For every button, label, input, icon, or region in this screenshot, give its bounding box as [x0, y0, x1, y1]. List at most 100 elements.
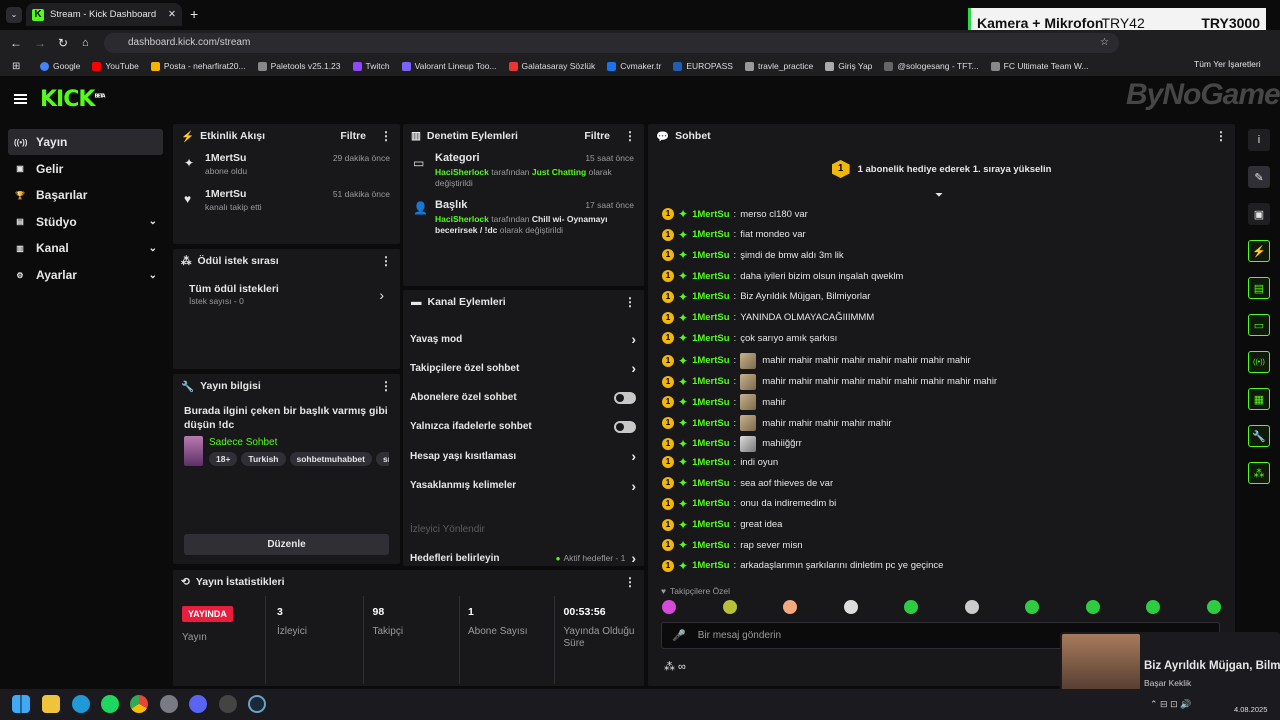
bookmark-item[interactable]: Twitch [352, 61, 390, 71]
channel-action-item[interactable]: Hesap yaşı kısıtlaması › [410, 447, 636, 465]
chat-username[interactable]: 1MertSu [692, 519, 729, 530]
back-icon[interactable]: ← [10, 36, 22, 50]
category-link[interactable]: Sadece Sohbet [209, 437, 389, 448]
sidebar-item-0[interactable]: ((•)) Yayın [8, 129, 163, 155]
bolt-icon[interactable]: ⚡ [1248, 240, 1270, 262]
chat-username[interactable]: 1MertSu [692, 291, 729, 302]
chat-username[interactable]: 1MertSu [692, 355, 729, 366]
emote-shortcut-icon[interactable] [1206, 600, 1221, 614]
chat-message[interactable]: 1 ✦ 1MertSu: Biz Ayrıldık Müjgan, Bilmiyorl… [662, 290, 870, 303]
chat-username[interactable]: 1MertSu [692, 457, 729, 468]
chat-username[interactable]: 1MertSu [692, 271, 729, 282]
stream-info-more-icon[interactable]: ⋮ [380, 379, 392, 393]
chat-message[interactable]: 1 ✦ 1MertSu: arkadaşlarımın şarkılarını din… [662, 559, 943, 572]
chat-message[interactable]: 1 ✦ 1MertSu: çok sarıyo amık şarkısı [662, 332, 837, 345]
chat-bubble-icon[interactable]: ▭ [1248, 314, 1270, 336]
wrench-icon[interactable]: 🔧 [1248, 425, 1270, 447]
mod-user-link[interactable]: HaciSherlock [435, 167, 489, 177]
chat-message[interactable]: 1 ✦ 1MertSu: daha iyileri bizim olsun inşal… [662, 270, 903, 283]
chat-username[interactable]: 1MertSu [692, 478, 729, 489]
activity-item[interactable]: ✦ 1MertSu 29 dakika önce abone oldu [173, 148, 400, 184]
forward-icon[interactable]: → [34, 36, 46, 50]
channel-action-item[interactable]: Yavaş mod › [410, 330, 636, 348]
bookmark-star-icon[interactable]: ☆ [1100, 33, 1109, 53]
apps-grid-icon[interactable]: ⊞ [12, 61, 20, 72]
people-icon[interactable]: ⁂ [1248, 462, 1270, 484]
chat-message[interactable]: 1 ✦ 1MertSu: mahir mahir mahir mahir mahir … [662, 373, 997, 390]
edge-icon[interactable] [72, 695, 90, 713]
activity-filter-button[interactable]: Filtre [340, 130, 366, 142]
rewards-more-icon[interactable]: ⋮ [380, 254, 392, 268]
chat-message[interactable]: 1 ✦ 1MertSu: onuı da indiremedim bi [662, 497, 836, 510]
bookmark-item[interactable]: @sologesang - TFT... [884, 61, 979, 71]
channel-action-item[interactable]: Yasaklanmış kelimeler › [410, 477, 636, 495]
mic-icon[interactable]: 🎤 [672, 629, 686, 642]
emote-shortcut-icon[interactable] [1146, 600, 1160, 614]
windows-start-icon[interactable] [12, 695, 30, 713]
file-explorer-icon[interactable] [42, 695, 60, 713]
menu-icon[interactable] [14, 94, 27, 104]
chat-username[interactable]: 1MertSu [692, 560, 729, 571]
broadcast-icon[interactable]: ((•)) [1248, 351, 1270, 373]
settings-icon[interactable] [160, 695, 178, 713]
emote-shortcut-icon[interactable] [722, 600, 737, 614]
steam-icon[interactable] [248, 695, 266, 713]
tag-chip[interactable]: sohbetmuhabbet [289, 451, 372, 466]
chat-message[interactable]: 1 ✦ 1MertSu: merso cl180 var [662, 208, 808, 220]
chat-message[interactable]: 1 ✦ 1MertSu: sea aof thieves de var [662, 477, 833, 490]
emote-shortcut-icon[interactable] [904, 600, 918, 614]
bookmark-item[interactable]: travle_practice [744, 61, 813, 71]
sidebar-item-2[interactable]: 🏆 Başarılar [8, 182, 163, 208]
bookmark-item[interactable]: Valorant Lineup Too... [401, 61, 497, 71]
pencil-icon[interactable]: ✎ [1248, 166, 1270, 188]
reload-icon[interactable]: ↻ [58, 36, 68, 50]
emote-shortcut-icon[interactable] [783, 600, 797, 614]
tag-chip[interactable]: sıkıl [375, 451, 389, 466]
chat-username[interactable]: 1MertSu [692, 209, 729, 220]
chat-message[interactable]: 1 ✦ 1MertSu: indi oyun [662, 456, 778, 469]
collapse-icon[interactable]: ⏷ [935, 190, 943, 201]
bookmark-item[interactable]: FC Ultimate Team W... [990, 61, 1089, 71]
camera-icon[interactable]: ▣ [1248, 203, 1270, 225]
url-field[interactable]: dashboard.kick.com/stream ☆ [104, 33, 1119, 53]
channel-action-item[interactable]: Abonelere özel sohbet [410, 389, 636, 407]
chat-username[interactable]: 1MertSu [692, 438, 729, 449]
channel-action-item[interactable]: Yalnızca ifadelerle sohbet [410, 418, 636, 436]
toggle-switch[interactable] [614, 420, 636, 433]
chat-username[interactable]: 1MertSu [692, 250, 729, 261]
bookmark-item[interactable]: YouTube [92, 61, 139, 71]
chat-message[interactable]: 1 ✦ 1MertSu: fiat mondeo var [662, 228, 806, 241]
chat-message[interactable]: 1 ✦ 1MertSu: great idea [662, 518, 782, 531]
chat-more-icon[interactable]: ⋮ [1215, 129, 1227, 143]
chat-username[interactable]: 1MertSu [692, 376, 729, 387]
chat-username[interactable]: 1MertSu [692, 540, 729, 551]
discord-icon[interactable] [189, 695, 207, 713]
emote-shortcut-icon[interactable] [843, 600, 858, 614]
bookmark-item[interactable]: Giriş Yap [825, 61, 872, 71]
activity-user[interactable]: 1MertSu [205, 188, 246, 200]
spotify-icon[interactable] [101, 695, 119, 713]
new-tab-icon[interactable]: + [190, 6, 198, 22]
tab-list-icon[interactable]: ⌄ [6, 7, 22, 23]
chat-message[interactable]: 1 ✦ 1MertSu: mahir [662, 394, 786, 411]
chat-username[interactable]: 1MertSu [692, 397, 729, 408]
edit-button[interactable]: Düzenle [184, 534, 389, 555]
all-bookmarks[interactable]: Tüm Yer İşaretleri [1194, 59, 1261, 69]
chat-settings-icon[interactable]: ⁂ ∞ [664, 660, 686, 673]
kick-logo[interactable]: KICKBETA [40, 87, 106, 112]
sidebar-item-3[interactable]: ▤ Stüdyo ⌄ [8, 209, 163, 235]
all-rewards-link[interactable]: Tüm ödül istekleri İstek sayısı - 0 › [173, 273, 400, 307]
clipboard-icon[interactable]: ▤ [1248, 277, 1270, 299]
emote-shortcut-icon[interactable] [964, 600, 979, 614]
clock-date[interactable]: 4.08.2025 [1234, 705, 1267, 714]
home-icon[interactable]: ⌂ [82, 37, 89, 49]
chrome-icon[interactable] [130, 695, 148, 713]
bookmark-item[interactable]: Google [40, 61, 80, 71]
tag-chip[interactable]: 18+ [209, 451, 238, 466]
chat-message[interactable]: 1 ✦ 1MertSu: mahir mahir mahir mahir mahir [662, 415, 892, 431]
sidebar-item-1[interactable]: ▣ Gelir [8, 156, 163, 182]
bookmark-item[interactable]: EUROPASS [673, 61, 733, 71]
chat-message[interactable]: 1 ✦ 1MertSu: YANINDA OLMAYACAĞIIIMMM [662, 311, 874, 324]
printer-icon[interactable]: ▦ [1248, 388, 1270, 410]
bookmark-item[interactable]: Galatasaray Sözlük [508, 61, 595, 71]
